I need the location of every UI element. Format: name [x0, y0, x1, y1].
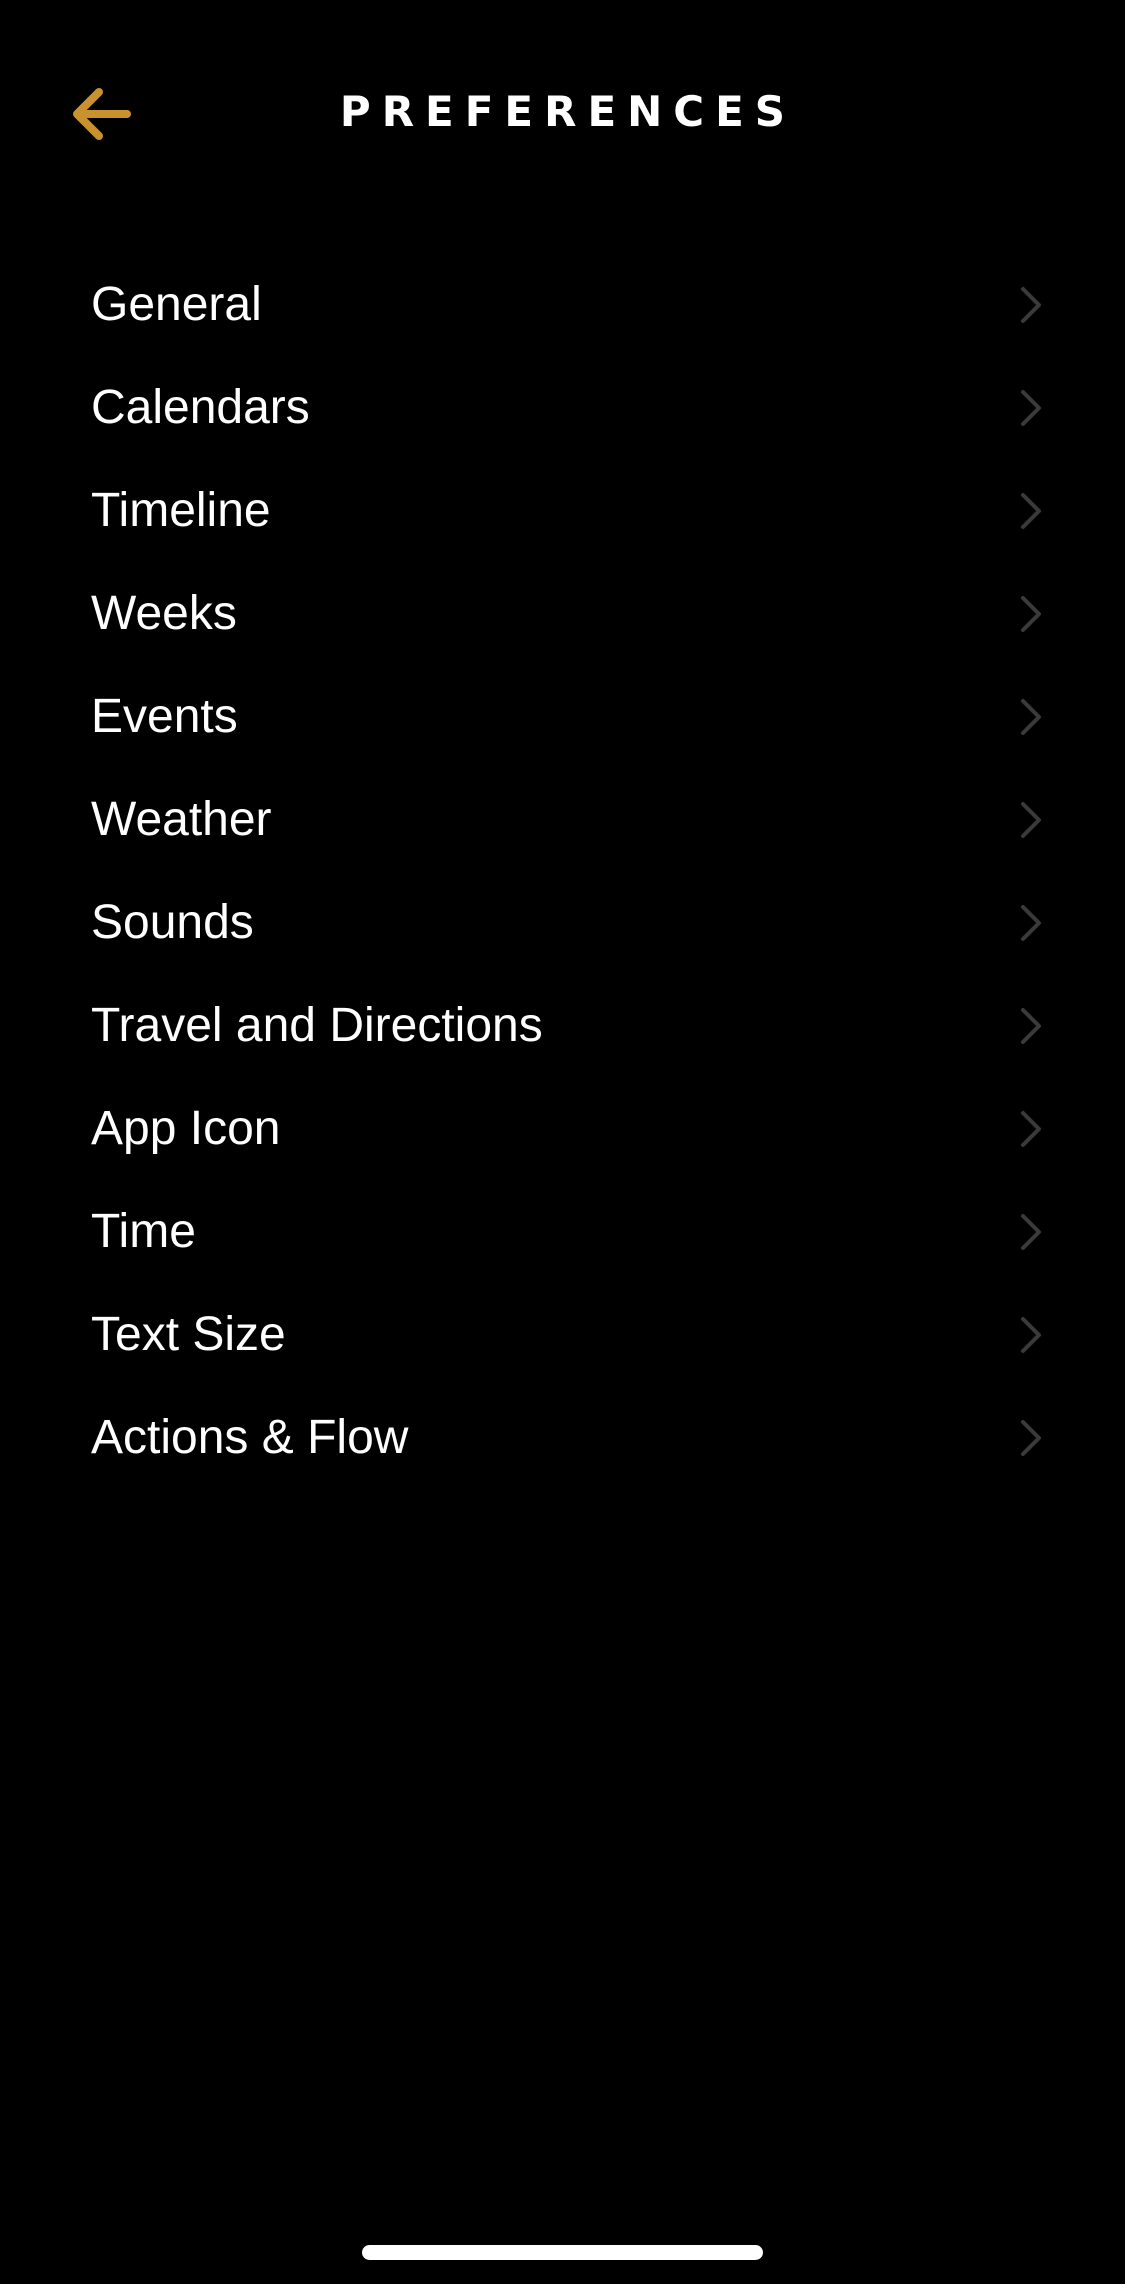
- chevron-right-icon: [1017, 800, 1045, 840]
- chevron-right-icon: [1017, 388, 1045, 428]
- menu-item-label: Text Size: [91, 1308, 286, 1361]
- menu-item-calendars[interactable]: Calendars: [0, 356, 1125, 459]
- menu-item-label: Actions & Flow: [91, 1411, 409, 1464]
- chevron-right-icon: [1017, 491, 1045, 531]
- preferences-menu: General Calendars Timeline Weeks Events …: [0, 253, 1125, 1489]
- chevron-right-icon: [1017, 1212, 1045, 1252]
- page-title: PREFERENCES: [339, 87, 797, 136]
- menu-item-timeline[interactable]: Timeline: [0, 459, 1125, 562]
- chevron-right-icon: [1017, 285, 1045, 325]
- menu-item-events[interactable]: Events: [0, 665, 1125, 768]
- chevron-right-icon: [1017, 697, 1045, 737]
- menu-item-label: Timeline: [91, 484, 271, 537]
- menu-item-general[interactable]: General: [0, 253, 1125, 356]
- menu-item-label: Weather: [91, 793, 272, 846]
- home-indicator[interactable]: [362, 2245, 763, 2260]
- menu-item-time[interactable]: Time: [0, 1180, 1125, 1283]
- chevron-right-icon: [1017, 1418, 1045, 1458]
- menu-item-weeks[interactable]: Weeks: [0, 562, 1125, 665]
- menu-item-weather[interactable]: Weather: [0, 768, 1125, 871]
- menu-item-label: Sounds: [91, 896, 254, 949]
- chevron-right-icon: [1017, 1315, 1045, 1355]
- menu-item-sounds[interactable]: Sounds: [0, 871, 1125, 974]
- chevron-right-icon: [1017, 594, 1045, 634]
- menu-item-label: Events: [91, 690, 238, 743]
- chevron-right-icon: [1017, 1109, 1045, 1149]
- header: PREFERENCES: [0, 0, 1125, 230]
- menu-item-label: Travel and Directions: [91, 999, 543, 1052]
- chevron-right-icon: [1017, 903, 1045, 943]
- menu-item-label: Weeks: [91, 587, 237, 640]
- menu-item-label: Time: [91, 1205, 196, 1258]
- menu-item-travel-and-directions[interactable]: Travel and Directions: [0, 974, 1125, 1077]
- menu-item-label: App Icon: [91, 1102, 281, 1155]
- menu-item-label: Calendars: [91, 381, 310, 434]
- menu-item-label: General: [91, 278, 262, 331]
- menu-item-actions-and-flow[interactable]: Actions & Flow: [0, 1386, 1125, 1489]
- chevron-right-icon: [1017, 1006, 1045, 1046]
- menu-item-app-icon[interactable]: App Icon: [0, 1077, 1125, 1180]
- menu-item-text-size[interactable]: Text Size: [0, 1283, 1125, 1386]
